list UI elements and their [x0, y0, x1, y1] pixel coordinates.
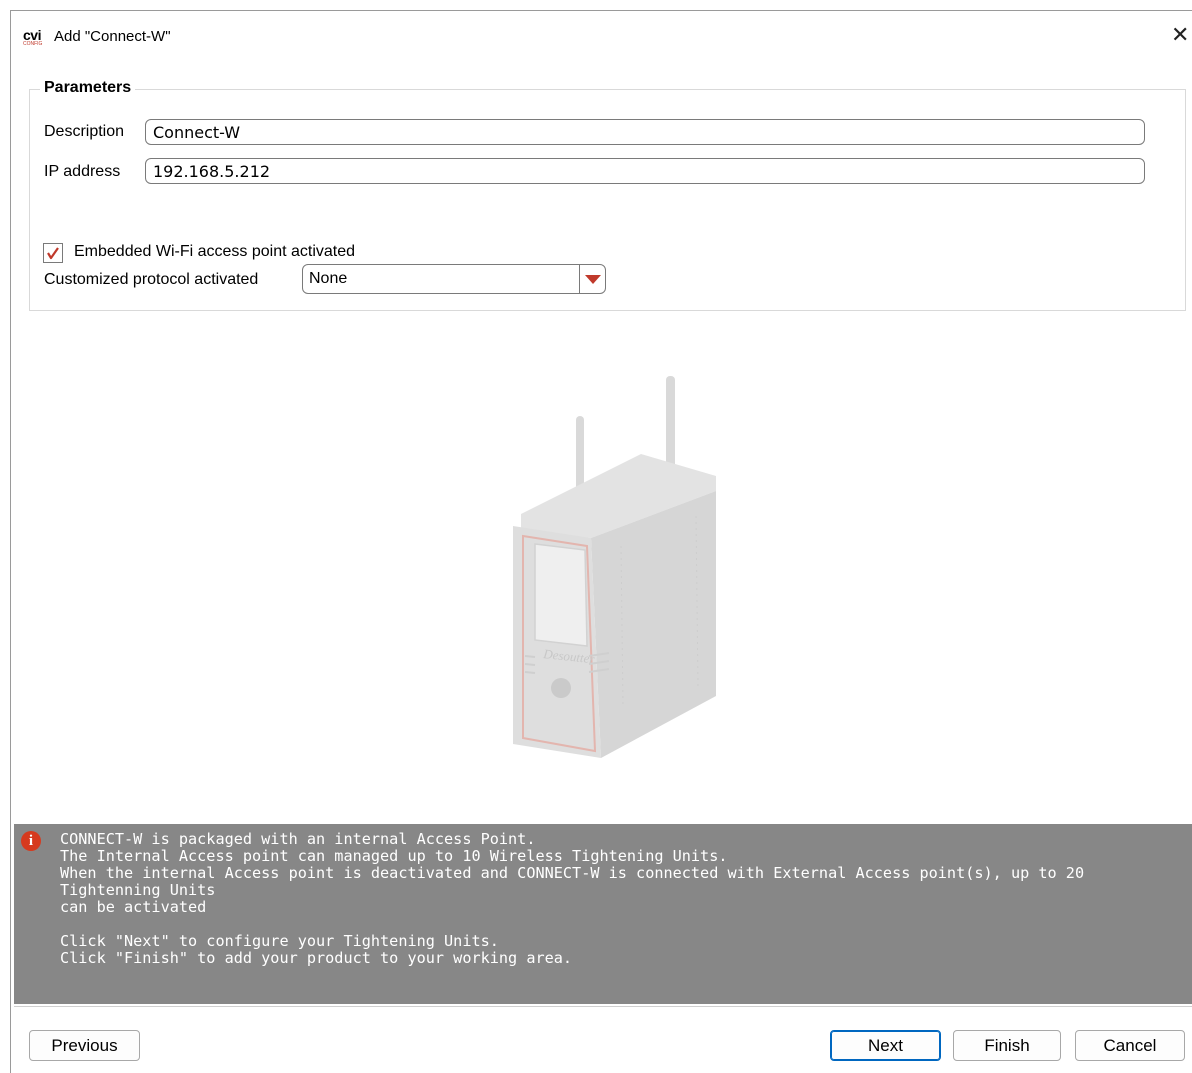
parameters-group: Parameters Description Connect-W IP addr… — [29, 79, 1186, 311]
add-connect-w-dialog: cvi CONFIG Add "Connect-W" ✕ Parameters … — [10, 10, 1192, 1073]
info-text: CONNECT-W is packaged with an internal A… — [60, 830, 1085, 967]
ip-address-field[interactable]: 192.168.5.212 — [145, 158, 1145, 184]
title-bar: cvi CONFIG Add "Connect-W" ✕ — [11, 11, 1192, 63]
check-icon — [47, 247, 59, 260]
connect-w-device-image: Desoutter — [513, 376, 716, 758]
previous-button[interactable]: Previous — [29, 1030, 140, 1061]
cvi-config-logo: cvi CONFIG — [23, 27, 45, 49]
finish-button[interactable]: Finish — [953, 1030, 1061, 1061]
parameters-legend: Parameters — [40, 79, 136, 97]
cancel-button[interactable]: Cancel — [1075, 1030, 1185, 1061]
customized-protocol-label: Customized protocol activated — [44, 271, 259, 288]
next-button[interactable]: Next — [830, 1030, 941, 1061]
info-panel: i CONNECT-W is packaged with an internal… — [14, 824, 1192, 1004]
description-field[interactable]: Connect-W — [145, 119, 1145, 145]
logo-text: cvi — [23, 27, 41, 43]
close-icon[interactable]: ✕ — [1171, 25, 1189, 47]
wifi-access-point-label[interactable]: Embedded Wi-Fi access point activated — [74, 243, 355, 261]
wifi-access-point-checkbox[interactable] — [43, 243, 63, 263]
window-title: Add "Connect-W" — [54, 28, 171, 45]
footer-divider — [14, 1006, 1192, 1007]
description-label: Description — [44, 123, 125, 140]
dropdown-arrow-icon[interactable] — [579, 265, 605, 293]
info-icon: i — [21, 831, 41, 851]
logo-subtext: CONFIG — [23, 41, 43, 47]
customized-protocol-select[interactable]: None — [302, 264, 606, 294]
customized-protocol-value: None — [309, 270, 348, 287]
ip-address-label: IP address — [44, 163, 121, 180]
